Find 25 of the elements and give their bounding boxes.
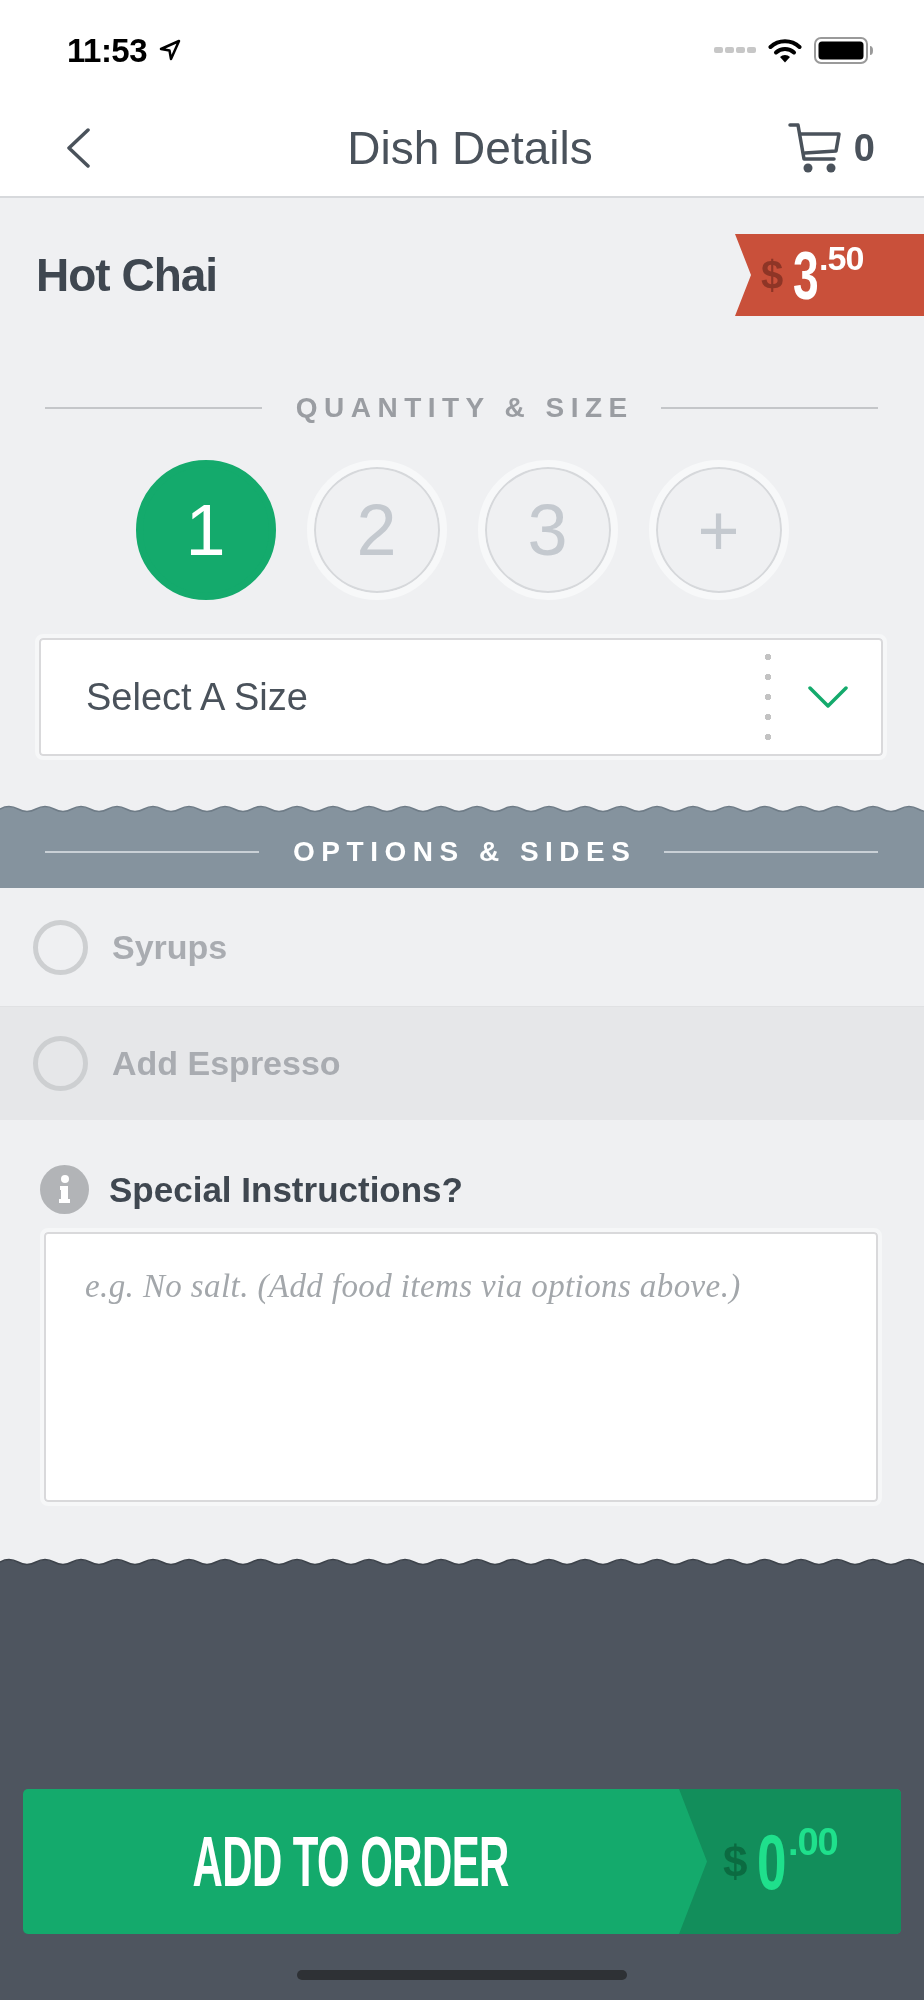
- back-button[interactable]: [65, 128, 91, 168]
- option-label: Syrups: [112, 926, 228, 968]
- option-label: Add Espresso: [112, 1043, 341, 1084]
- size-select[interactable]: Select A Size: [35, 634, 887, 760]
- screen-title: Dish Details: [347, 122, 593, 174]
- status-time: 11:53: [67, 33, 148, 67]
- instructions-label: Special Instructions?: [109, 1168, 463, 1211]
- quantity-button[interactable]: 1: [135, 460, 276, 600]
- battery-icon: [814, 36, 874, 64]
- chevron-down-icon: [808, 686, 848, 708]
- section-heading: QUANTITY & SIZE: [295, 393, 634, 423]
- quantity-button[interactable]: +: [648, 460, 789, 600]
- cart-button[interactable]: 0: [787, 122, 875, 174]
- wifi-icon: [768, 37, 802, 63]
- info-icon: [40, 1165, 89, 1214]
- radio-button[interactable]: [33, 1036, 88, 1091]
- instructions-field[interactable]: e.g. No salt. (Add food items via options above.): [40, 1228, 882, 1506]
- back-icon: [65, 128, 91, 168]
- radio-button[interactable]: [33, 919, 88, 975]
- option-row[interactable]: Add Espresso: [0, 1006, 924, 1120]
- cart-icon: [787, 122, 842, 174]
- location-arrow-icon: [159, 39, 182, 61]
- dish-name: Hot Chai: [36, 249, 218, 301]
- signal-icon: [714, 47, 756, 53]
- section-heading: OPTIONS & SIDES: [293, 836, 637, 867]
